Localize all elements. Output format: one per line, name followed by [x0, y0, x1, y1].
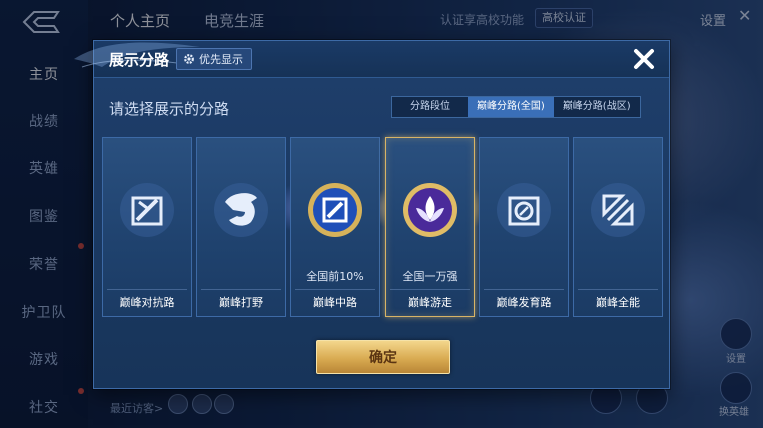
lane-card-allround[interactable]: 巅峰全能 — [573, 137, 663, 317]
dialog-title: 展示分路 — [109, 51, 170, 69]
gear-icon — [184, 54, 194, 64]
jungle-icon — [214, 183, 268, 237]
segment-tabs: 分路段位 巅峰分路(全国) 巅峰分路(战区) — [391, 96, 641, 118]
lane-card-jungle[interactable]: 巅峰打野 — [196, 137, 286, 317]
card-divider — [107, 289, 187, 290]
tab-lane-rank[interactable]: 分路段位 — [392, 97, 468, 117]
card-divider — [578, 289, 658, 290]
tab-peak-national[interactable]: 巅峰分路(全国) — [468, 97, 554, 117]
card-divider — [484, 289, 564, 290]
mid-lane-icon — [308, 183, 362, 237]
all-round-icon — [591, 183, 645, 237]
close-button[interactable] — [628, 43, 660, 75]
lane-card-clash[interactable]: 巅峰对抗路 — [102, 137, 192, 317]
tab-peak-region[interactable]: 巅峰分路(战区) — [554, 97, 640, 117]
card-name: 巅峰发育路 — [496, 296, 552, 309]
card-name: 巅峰对抗路 — [119, 296, 175, 309]
card-rank-text: 全国一万强 — [402, 270, 458, 283]
confirm-button[interactable]: 确定 — [316, 340, 450, 374]
roam-icon — [403, 183, 457, 237]
card-rank-text: 全国前10% — [306, 270, 364, 283]
close-icon — [634, 49, 654, 69]
card-divider — [295, 289, 375, 290]
lane-card-farm[interactable]: 巅峰发育路 — [479, 137, 569, 317]
lane-card-mid[interactable]: 全国前10% 巅峰中路 — [290, 137, 380, 317]
priority-display-button[interactable]: 优先显示 — [176, 48, 252, 70]
select-prompt: 请选择展示的分路 — [109, 100, 230, 118]
farm-lane-icon — [497, 183, 551, 237]
card-divider — [390, 289, 470, 290]
card-divider — [201, 289, 281, 290]
priority-display-label: 优先显示 — [199, 53, 243, 66]
lane-display-dialog: 展示分路 优先显示 请选择展示的分路 分路段位 巅峰分路(全国) 巅峰分路(战区… — [74, 40, 670, 389]
card-name: 巅峰全能 — [596, 296, 640, 309]
card-name: 巅峰游走 — [408, 296, 452, 309]
clash-lane-icon — [120, 183, 174, 237]
lane-card-roam[interactable]: 全国一万强 巅峰游走 — [385, 137, 475, 317]
card-name: 巅峰打野 — [219, 296, 263, 309]
card-name: 巅峰中路 — [313, 296, 357, 309]
